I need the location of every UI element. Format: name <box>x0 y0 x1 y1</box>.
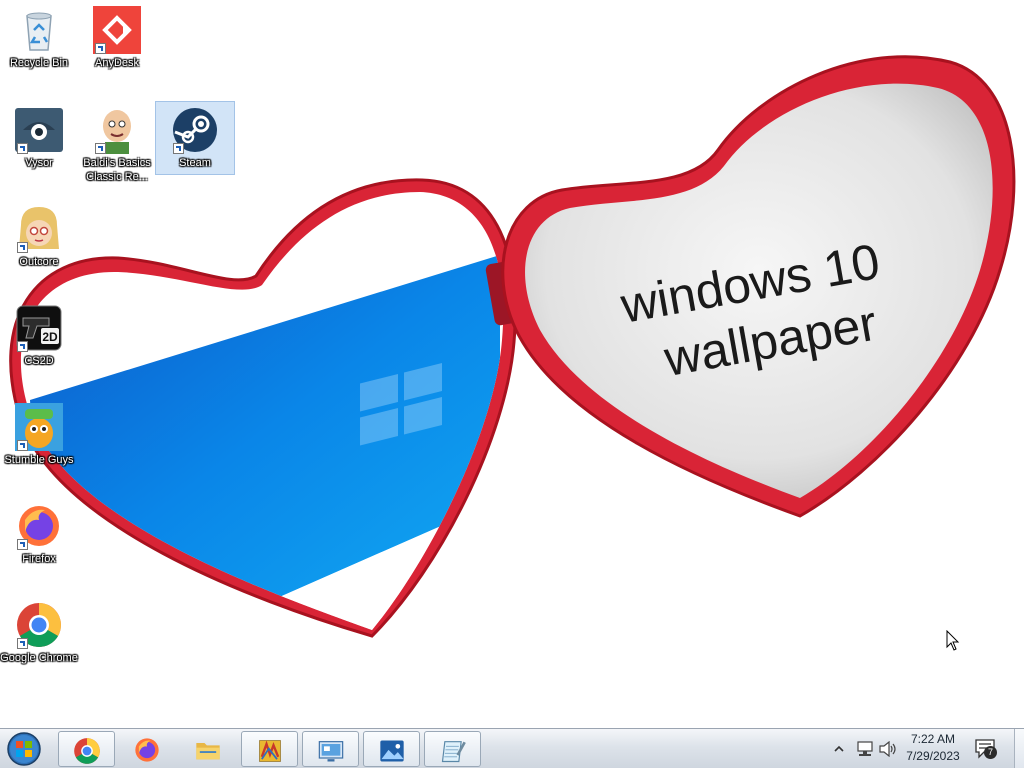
desktop-icon-firefox[interactable]: Firefox <box>0 498 78 570</box>
outcore-icon <box>15 205 63 253</box>
clock[interactable]: 7:22 AM 7/29/2023 <box>896 731 970 765</box>
winrar-icon <box>259 740 281 762</box>
shortcut-arrow-icon <box>17 638 28 649</box>
network-icon[interactable] <box>856 741 874 757</box>
desktop-icon-label: Outcore <box>19 256 59 268</box>
desktop-icon-google-chrome[interactable]: Google Chrome <box>0 597 78 683</box>
chrome-icon <box>74 738 100 764</box>
desktop-icon-label: Recycle Bin <box>9 57 69 69</box>
desktop-icon-recycle-bin[interactable]: Recycle Bin <box>0 2 78 74</box>
taskbar: 7:22 AM 7/29/2023 7 <box>0 728 1024 768</box>
desktop-icon-cs2d[interactable]: 2D CS2D <box>0 300 78 372</box>
shortcut-arrow-icon <box>17 143 28 154</box>
desktop-icon-label: Stumble Guys <box>4 454 74 466</box>
mouse-cursor-icon <box>946 630 960 651</box>
shortcut-arrow-icon <box>95 43 106 54</box>
firefox-icon <box>135 738 159 762</box>
chrome-icon <box>15 601 63 649</box>
desktop-icon-label: Firefox <box>22 553 56 565</box>
desktop-icon-outcore[interactable]: Outcore <box>0 201 78 273</box>
start-icon <box>7 732 41 766</box>
shortcut-arrow-icon <box>173 143 184 154</box>
clock-time: 7:22 AM <box>910 732 956 746</box>
desktop-icon-baldi[interactable]: Baldi's Basics Classic Re... <box>78 102 156 188</box>
show-hidden-icons-icon[interactable] <box>834 744 844 754</box>
notification-count-badge: 7 <box>984 746 997 759</box>
stumble-guys-icon <box>15 403 63 451</box>
desktop-icon-label: AnyDesk <box>94 57 140 69</box>
taskbar-remote-desktop-button[interactable] <box>302 731 359 767</box>
start-button[interactable] <box>4 731 48 767</box>
desktop-icon-label: CS2D <box>24 355 54 367</box>
steam-icon <box>171 106 219 154</box>
anydesk-icon <box>93 6 141 54</box>
svg-text:2D: 2D <box>42 330 58 344</box>
desktop-icon-label: Google Chrome <box>0 652 78 664</box>
shortcut-arrow-icon <box>17 341 28 352</box>
shortcut-arrow-icon <box>95 143 106 154</box>
taskbar-file-explorer-button[interactable] <box>180 731 237 767</box>
baldi-icon <box>93 106 141 154</box>
photos-icon <box>380 740 404 762</box>
cs2d-icon: 2D <box>15 304 63 352</box>
taskbar-photos-button[interactable] <box>363 731 420 767</box>
clock-date: 7/29/2023 <box>906 749 960 763</box>
firefox-icon <box>15 502 63 550</box>
notepad-icon <box>441 741 466 763</box>
taskbar-chrome-button[interactable] <box>58 731 115 767</box>
desktop-icon-anydesk[interactable]: AnyDesk <box>78 2 156 74</box>
right-heart: windows 10 wallpaper <box>501 55 1016 518</box>
show-desktop-button[interactable] <box>1014 729 1024 768</box>
desktop-icon-label: Baldi's Basics Classic Re... <box>83 157 151 183</box>
desktop-icon-vysor[interactable]: Vysor <box>0 102 78 174</box>
desktop[interactable]: windows 10 wallpaper Recycle Bin AnyDesk <box>0 0 1024 728</box>
desktop-icon-label: Steam <box>179 157 211 169</box>
desktop-icon-stumble-guys[interactable]: Stumble Guys <box>0 399 78 471</box>
shortcut-arrow-icon <box>17 242 28 253</box>
vysor-icon <box>15 106 63 154</box>
taskbar-notepad-button[interactable] <box>424 731 481 767</box>
file-explorer-icon <box>196 743 220 760</box>
recycle-bin-icon <box>15 6 63 54</box>
left-heart <box>9 178 517 638</box>
desktop-icon-label: Vysor <box>25 157 53 169</box>
desktop-icon-steam[interactable]: Steam <box>155 101 235 175</box>
taskbar-winrar-button[interactable] <box>241 731 298 767</box>
shortcut-arrow-icon <box>17 440 28 451</box>
shortcut-arrow-icon <box>17 539 28 550</box>
taskbar-firefox-button[interactable] <box>119 731 176 767</box>
action-center-button[interactable]: 7 <box>974 738 1000 760</box>
volume-icon[interactable] <box>878 741 898 757</box>
remote-desktop-icon <box>318 741 344 762</box>
